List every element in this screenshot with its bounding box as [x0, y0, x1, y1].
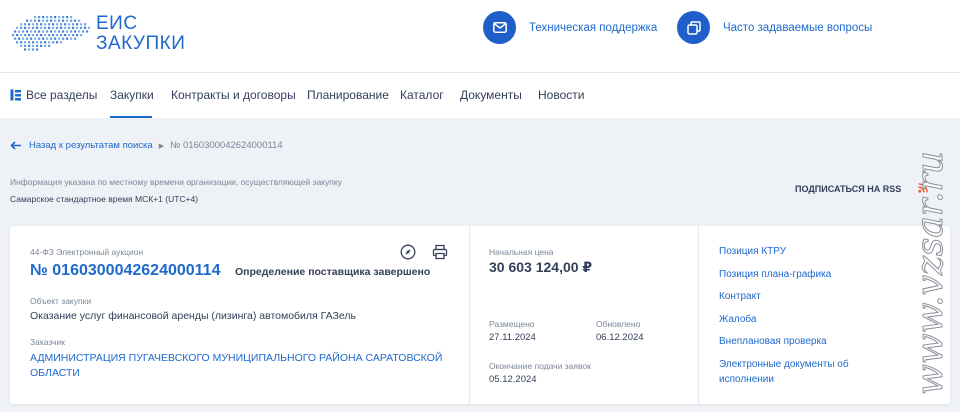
price-label: Начальная цена [489, 247, 554, 257]
watermark-text: www.vzsar.ru [910, 151, 951, 395]
faq-label: Часто задаваемые вопросы [723, 21, 873, 34]
link-contract[interactable]: Контракт [719, 289, 919, 304]
logo-line-1: ЕИС [96, 13, 138, 34]
back-to-results-link[interactable]: Назад к результатам поиска [29, 140, 153, 151]
link-electronic-documents[interactable]: Электронные документы об исполнении [719, 357, 879, 387]
nav-item-planning[interactable]: Планирование [307, 88, 389, 102]
updated-label: Обновлено [596, 319, 641, 329]
link-plan-schedule-position[interactable]: Позиция плана-графика [719, 267, 919, 282]
support-link[interactable]: Техническая поддержка [483, 11, 657, 44]
deadline-value: 05.12.2024 [489, 374, 537, 385]
faq-icon [677, 11, 710, 44]
nav-item-purchases[interactable]: Закупки [110, 88, 154, 102]
nav-item-contracts[interactable]: Контракты и договоры [171, 88, 296, 102]
logo-text: ЕИС ЗАКУПКИ [96, 14, 185, 54]
watermark: www.vzsar.ru [910, 151, 952, 396]
compass-icon[interactable] [400, 244, 416, 260]
support-label: Техническая поддержка [529, 21, 658, 34]
object-label: Объект закупки [30, 296, 92, 306]
object-value: Оказание услуг финансовой аренды (лизинг… [30, 310, 356, 322]
procurement-law-type: 44-ФЗ Электронный аукцион [30, 247, 144, 257]
customer-link[interactable]: АДМИНИСТРАЦИЯ ПУГАЧЕВСКОГО МУНИЦИПАЛЬНОГ… [30, 351, 450, 381]
logo-line-2: ЗАКУПКИ [96, 33, 186, 54]
link-unscheduled-inspection[interactable]: Внеплановая проверка [719, 334, 919, 349]
print-icon[interactable] [432, 244, 448, 260]
rss-subscribe-link[interactable]: ПОДПИСАТЬСЯ НА RSS [795, 184, 901, 194]
header: ЕИС ЗАКУПКИ Техническая поддержка Часто … [0, 0, 960, 72]
nav-item-documents[interactable]: Документы [460, 88, 522, 102]
logo[interactable]: ЕИС ЗАКУПКИ [10, 12, 185, 56]
faq-link[interactable]: Часто задаваемые вопросы [677, 11, 872, 44]
nav-label: Все разделы [26, 88, 98, 102]
updated-value: 06.12.2024 [596, 332, 644, 343]
posted-value: 27.11.2024 [489, 332, 536, 343]
customer-label: Заказчик [30, 337, 65, 347]
card-divider [698, 226, 699, 404]
price-value: 30 603 124,00 ₽ [489, 259, 593, 275]
nav-item-news[interactable]: Новости [538, 88, 584, 102]
russia-map-logo-icon [12, 16, 90, 51]
breadcrumb-current: № 0160300042624000114 [170, 140, 283, 151]
nav-item-catalog[interactable]: Каталог [400, 88, 444, 102]
link-complaint[interactable]: Жалоба [719, 312, 919, 327]
link-ktru-position[interactable]: Позиция КТРУ [719, 244, 919, 259]
card-divider [469, 226, 470, 404]
breadcrumb: Назад к результатам поиска ▶ № 016030004… [10, 140, 283, 151]
main-nav: Все разделы Закупки Контракты и договоры… [0, 72, 960, 119]
sections-icon [10, 89, 21, 101]
registry-number[interactable]: № 0160300042624000114 [30, 262, 220, 280]
timezone-info: Информация указана по местному времени о… [10, 177, 342, 187]
mail-icon [483, 11, 516, 44]
timezone-value: Самарское стандартное время МСК+1 (UTC+4… [10, 194, 199, 204]
breadcrumb-separator-icon: ▶ [158, 142, 165, 150]
nav-item-all-sections[interactable]: Все разделы [10, 88, 97, 102]
posted-label: Размещено [489, 319, 535, 329]
deadline-label: Окончание подачи заявок [489, 361, 591, 371]
status-badge: Определение поставщика завершено [235, 266, 431, 278]
arrow-left-icon[interactable] [10, 141, 22, 150]
purchase-card: 44-ФЗ Электронный аукцион № 016030004262… [10, 226, 950, 404]
